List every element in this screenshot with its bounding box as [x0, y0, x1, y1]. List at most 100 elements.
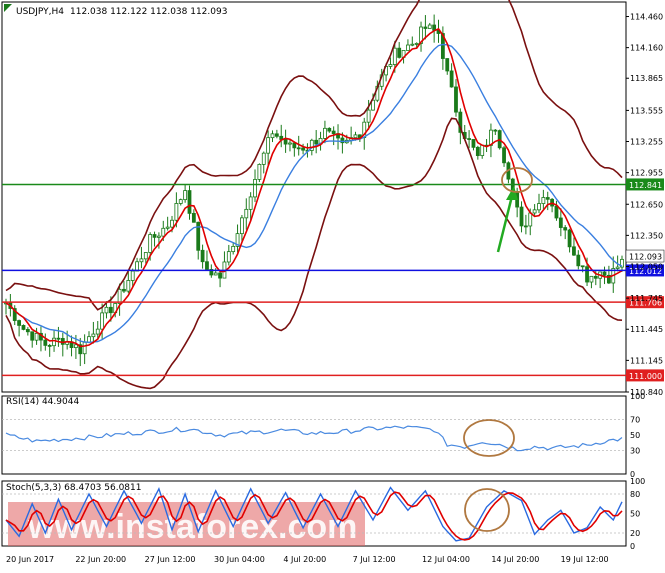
stoch-tick-label: 100 [630, 477, 645, 486]
candle-body [541, 197, 546, 204]
candle-body [152, 234, 157, 238]
candle-body [117, 288, 122, 304]
price-pane [1, 1, 627, 393]
candle-body [454, 86, 458, 113]
candle-body [585, 266, 589, 283]
candle-body [47, 344, 52, 347]
x-tick-label: 30 Jun 04:00 [214, 555, 265, 564]
candle-body [532, 209, 537, 214]
price-tick-label: 113.255 [630, 138, 663, 147]
stoch-tick-label: 80 [630, 490, 640, 499]
corner-marker-icon [4, 4, 12, 12]
candle-body [397, 47, 402, 58]
candle-body [187, 190, 192, 214]
x-tick-label: 19 Jul 12:00 [561, 555, 609, 564]
candle-body [170, 219, 174, 228]
candle-body [427, 24, 432, 29]
candle-body [406, 44, 410, 51]
candle-body [593, 275, 598, 279]
candle-body [615, 266, 620, 269]
candle-body [323, 127, 327, 139]
candle-body [519, 206, 524, 227]
price-tick-label: 112.050 [630, 262, 663, 271]
candle-body [240, 217, 244, 235]
candle-body [231, 245, 236, 253]
rsi-highlight-circle [463, 419, 515, 457]
price-tick-label: 111.745 [630, 294, 663, 303]
candle-body [157, 235, 161, 238]
candle-body [100, 312, 105, 330]
candle-body [296, 147, 301, 150]
candle-body [366, 109, 371, 123]
level-tag-label-support-2: 111.000 [629, 372, 662, 381]
candle-body [572, 246, 576, 256]
candle-body [283, 139, 288, 145]
candle-body [248, 196, 253, 210]
candle-body [95, 328, 100, 335]
stoch-highlight-circle [464, 488, 510, 532]
candle-body [270, 133, 275, 139]
candle-body [388, 64, 393, 67]
candle-body [43, 339, 48, 346]
candle-body [174, 203, 179, 221]
price-tick-label: 110.840 [630, 388, 663, 397]
candle-body [558, 217, 563, 228]
price-tick-label: 113.555 [630, 106, 663, 115]
price-tick-label: 112.650 [630, 200, 663, 209]
candle-body [135, 261, 139, 272]
candle-body [392, 47, 397, 65]
x-tick-label: 14 Jul 20:00 [491, 555, 539, 564]
candle-body [545, 197, 550, 200]
candle-body [213, 272, 218, 276]
x-tick-label: 12 Jul 04:00 [422, 555, 470, 564]
candle-body [523, 225, 528, 228]
candle-body [563, 227, 568, 231]
candle-body [122, 288, 126, 292]
ohlc-header: 112.038 112.122 112.038 112.093 [70, 7, 227, 17]
x-tick-label: 7 Jul 12:00 [353, 555, 396, 564]
candle-body [52, 337, 56, 347]
candle-body [471, 139, 476, 148]
candle-body [480, 144, 485, 156]
candle-body [567, 229, 572, 248]
candle-body [410, 43, 415, 46]
candle-body [576, 254, 581, 267]
bollinger-upper-line [5, 0, 623, 311]
candle-body [449, 70, 454, 88]
candle-body [17, 320, 22, 326]
x-tick-label: 22 Jun 20:00 [75, 555, 126, 564]
candle-body [161, 227, 166, 237]
candle-body [331, 130, 336, 135]
price-tick-label: 114.160 [630, 44, 663, 53]
candle-body [178, 199, 183, 204]
candle-body [261, 152, 266, 165]
candle-body [314, 139, 319, 145]
candle-body [56, 337, 61, 340]
candle-body [25, 329, 30, 333]
rsi-line [5, 425, 623, 452]
candle-body [467, 138, 471, 140]
candle-body [139, 258, 144, 263]
candle-body [165, 226, 170, 229]
candle-body [502, 147, 506, 164]
price-tick-label: 112.350 [630, 231, 663, 240]
candle-body [104, 306, 109, 314]
x-tick-label: 4 Jul 20:00 [283, 555, 326, 564]
candle-body [218, 272, 222, 279]
candle-body [493, 129, 498, 132]
candle-body [87, 336, 91, 343]
candle-body [205, 261, 209, 270]
candle-body [554, 205, 559, 219]
price-tick-label: 113.865 [630, 74, 663, 83]
candle-body [537, 203, 541, 211]
candle-body [143, 252, 148, 260]
rsi-tick-label: 30 [630, 447, 640, 456]
price-tick-label: 111.145 [630, 356, 663, 365]
candle-body [353, 134, 358, 139]
candle-body [274, 133, 279, 137]
candle-body [257, 164, 262, 180]
candle-body [91, 333, 96, 338]
candle-body [445, 58, 450, 72]
candle-body [423, 26, 428, 29]
candle-body [244, 208, 249, 219]
